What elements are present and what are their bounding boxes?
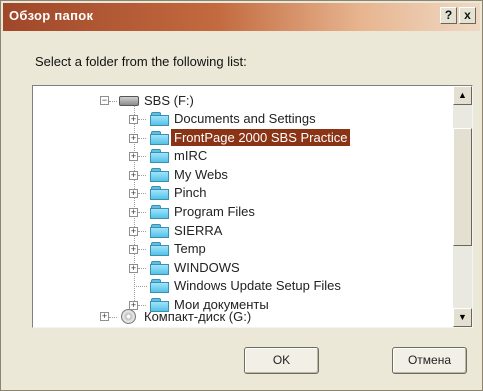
help-button[interactable]: ? — [440, 7, 457, 24]
expand-toggle-icon[interactable]: + — [129, 115, 138, 124]
expand-toggle-icon[interactable]: + — [129, 171, 138, 180]
tree-item-label: My Webs — [174, 167, 228, 182]
expand-toggle-icon[interactable]: + — [129, 152, 138, 161]
title-bar[interactable]: Обзор папок ? x — [3, 3, 480, 31]
scroll-down-button[interactable]: ▼ — [453, 308, 472, 327]
tree-item[interactable]: Windows Update Setup Files — [33, 277, 453, 296]
expand-toggle-icon[interactable]: + — [129, 134, 138, 143]
drive-row-f[interactable]: − SBS (F:) — [33, 92, 453, 111]
folder-icon — [150, 112, 170, 126]
browse-folder-dialog: Обзор папок ? x Select a folder from the… — [0, 0, 483, 391]
expand-toggle-icon[interactable]: + — [129, 208, 138, 217]
folder-icon — [150, 279, 170, 293]
vertical-scrollbar[interactable]: ▲ ▼ — [453, 86, 472, 327]
drive-label: SBS (F:) — [144, 93, 194, 108]
cancel-button[interactable]: Отмена — [392, 347, 467, 374]
ok-button[interactable]: OK — [244, 347, 319, 374]
hard-drive-icon — [119, 96, 139, 106]
folder-icon — [150, 224, 170, 238]
folder-icon — [150, 131, 170, 145]
tree-item-label: FrontPage 2000 SBS Practice — [171, 129, 351, 146]
folder-icon — [150, 186, 170, 200]
folder-icon — [150, 205, 170, 219]
tree-item[interactable]: + WINDOWS — [33, 259, 453, 278]
tree-content: − SBS (F:) + Компакт-диск (G:) + Document… — [33, 86, 453, 327]
folder-icon — [150, 242, 170, 256]
tree-item[interactable]: + FrontPage 2000 SBS Practice — [33, 129, 453, 148]
close-button[interactable]: x — [459, 7, 476, 24]
tree-item[interactable]: + Program Files — [33, 203, 453, 222]
tree-item[interactable]: + My Webs — [33, 166, 453, 185]
folder-icon — [150, 261, 170, 275]
tree-item-label: WINDOWS — [174, 260, 240, 275]
folder-icon — [150, 298, 170, 312]
tree-item[interactable]: + SIERRA — [33, 222, 453, 241]
tree-item-label: Program Files — [174, 204, 255, 219]
expand-toggle-icon[interactable]: + — [129, 264, 138, 273]
tree-item-label: SIERRA — [174, 223, 223, 238]
dialog-title: Обзор папок — [9, 8, 94, 23]
tree-item[interactable]: + Temp — [33, 240, 453, 259]
scroll-thumb[interactable] — [453, 128, 472, 246]
tree-item[interactable]: + Documents and Settings — [33, 110, 453, 129]
tree-item-label: Pinch — [174, 185, 207, 200]
expand-toggle-icon[interactable]: + — [129, 227, 138, 236]
expand-toggle-icon[interactable]: + — [129, 189, 138, 198]
tree-item[interactable]: + Pinch — [33, 184, 453, 203]
folder-icon — [150, 149, 170, 163]
tree-item[interactable]: + mIRC — [33, 147, 453, 166]
tree-item-label: Temp — [174, 241, 206, 256]
folder-tree[interactable]: − SBS (F:) + Компакт-диск (G:) + Document… — [32, 85, 473, 328]
tree-item-label: Documents and Settings — [174, 111, 316, 126]
tree-item-label: Мои документы — [174, 297, 269, 312]
collapse-toggle-icon[interactable]: − — [100, 96, 109, 105]
prompt-text: Select a folder from the following list: — [35, 54, 247, 69]
tree-item-label: mIRC — [174, 148, 208, 163]
expand-toggle-icon[interactable]: + — [129, 245, 138, 254]
expand-toggle-icon[interactable]: + — [129, 301, 138, 310]
scroll-up-button[interactable]: ▲ — [453, 86, 472, 105]
tree-item[interactable]: + Мои документы — [33, 296, 453, 315]
folder-icon — [150, 168, 170, 182]
tree-item-label: Windows Update Setup Files — [174, 278, 341, 293]
